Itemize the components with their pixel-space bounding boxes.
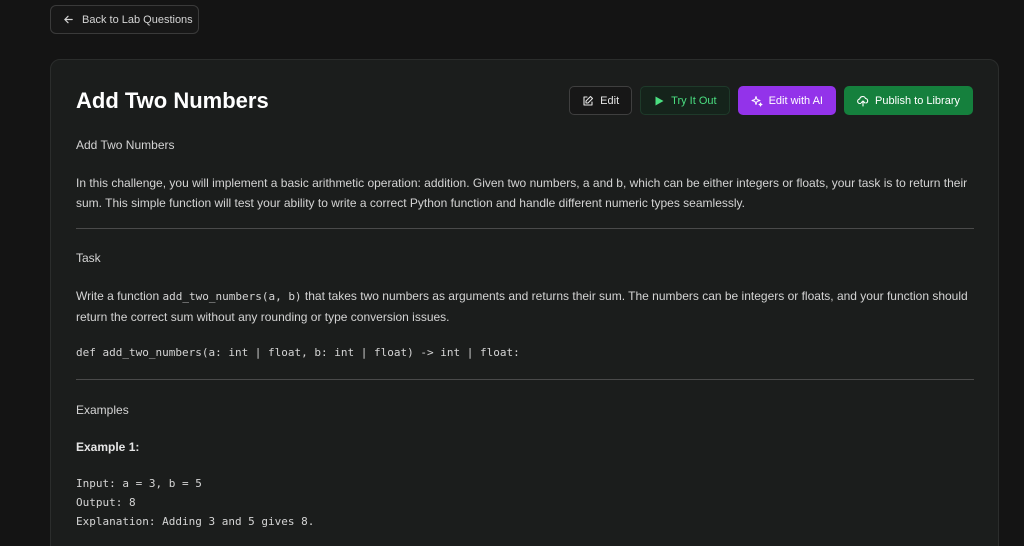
task-text-before: Write a function — [76, 289, 163, 303]
examples-heading: Examples — [76, 403, 129, 417]
back-button-label: Back to Lab Questions — [82, 13, 193, 26]
edit-button[interactable]: Edit — [569, 86, 633, 115]
page-title: Add Two Numbers — [76, 88, 269, 113]
edit-with-ai-button[interactable]: Edit with AI — [737, 86, 836, 115]
example-1-output: Output: 8 — [76, 496, 136, 509]
cloud-upload-icon — [857, 95, 869, 107]
question-card: Add Two Numbers Edit Try It Out Edit wit… — [50, 59, 999, 546]
action-toolbar: Edit Try It Out Edit with AI Publish to … — [569, 86, 973, 115]
intro-paragraph: In this challenge, you will implement a … — [76, 176, 968, 210]
example-1-input: Input: a = 3, b = 5 — [76, 477, 202, 490]
try-it-out-label: Try It Out — [671, 94, 717, 107]
try-it-out-button[interactable]: Try It Out — [640, 86, 730, 115]
publish-to-library-button[interactable]: Publish to Library — [844, 86, 973, 115]
task-paragraph: Write a function add_two_numbers(a, b) t… — [76, 286, 974, 327]
edit-with-ai-label: Edit with AI — [768, 94, 823, 107]
divider — [76, 228, 974, 229]
divider — [76, 379, 974, 380]
task-heading: Task — [76, 251, 101, 265]
question-subtitle: Add Two Numbers — [76, 138, 175, 152]
play-icon — [655, 96, 664, 105]
function-signature: def add_two_numbers(a: int | float, b: i… — [76, 346, 520, 359]
task-function-code: add_two_numbers(a, b) — [162, 290, 302, 303]
arrow-left-icon — [64, 15, 73, 24]
sparkles-icon — [751, 95, 763, 106]
example-1-title: Example 1: — [76, 440, 140, 454]
back-to-lab-questions-button[interactable]: Back to Lab Questions — [50, 5, 199, 34]
pencil-square-icon — [583, 95, 594, 106]
example-1-explanation: Explanation: Adding 3 and 5 gives 8. — [76, 515, 315, 528]
edit-button-label: Edit — [600, 94, 620, 107]
publish-label: Publish to Library — [875, 94, 960, 107]
